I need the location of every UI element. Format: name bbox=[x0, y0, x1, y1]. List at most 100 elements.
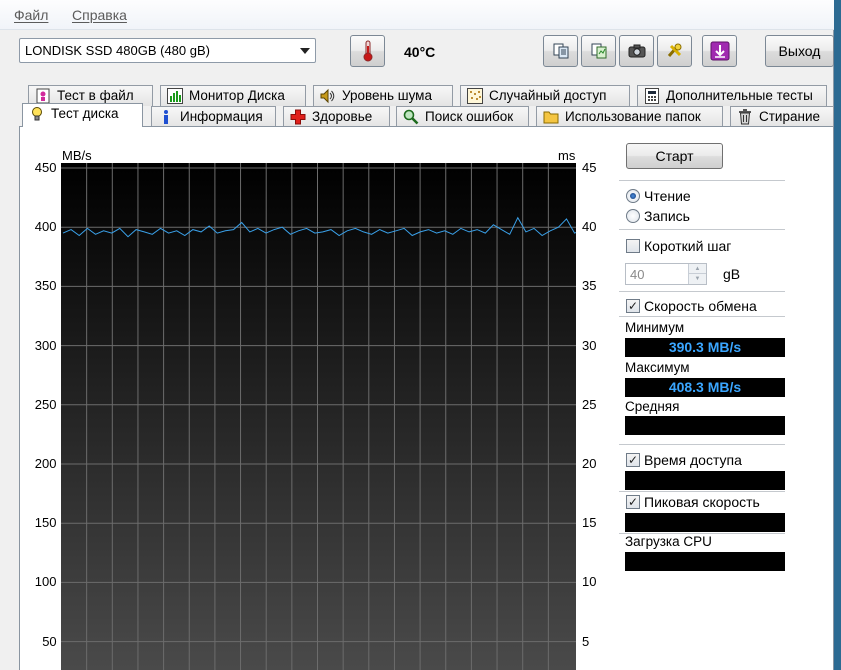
left-axis-unit: MB/s bbox=[62, 148, 92, 163]
tab-info[interactable]: Информация bbox=[151, 106, 276, 127]
file-icon bbox=[35, 88, 51, 104]
exit-button[interactable]: Выход bbox=[765, 35, 834, 67]
bar-chart-icon bbox=[167, 88, 183, 104]
access-time-value bbox=[625, 471, 785, 490]
tab-folder-usage[interactable]: Использование папок bbox=[536, 106, 723, 127]
dotted-grid-icon bbox=[467, 88, 483, 104]
copy-text-button[interactable] bbox=[581, 35, 616, 67]
left-axis-tick: 100 bbox=[34, 574, 57, 590]
divider bbox=[619, 180, 785, 181]
spin-up-icon[interactable]: ▲ bbox=[688, 264, 706, 274]
right-axis-tick: 15 bbox=[582, 515, 597, 531]
max-label: Максимум bbox=[625, 360, 690, 375]
burst-rate-value bbox=[625, 513, 785, 532]
avg-label: Средняя bbox=[625, 399, 680, 414]
tab-label: Тест диска bbox=[51, 106, 119, 121]
right-axis-tick: 20 bbox=[582, 456, 597, 471]
short-step-checkbox[interactable] bbox=[626, 239, 640, 253]
left-axis-tick: 300 bbox=[34, 337, 57, 353]
drive-select-value: LONDISK SSD 480GB (480 gB) bbox=[25, 43, 210, 58]
tab-label: Здоровье bbox=[312, 109, 373, 124]
divider bbox=[619, 229, 785, 230]
menu-help[interactable]: Справка bbox=[72, 7, 127, 23]
screenshot-button[interactable] bbox=[619, 35, 654, 67]
menu-bar: Файл Справка bbox=[0, 0, 834, 30]
left-axis-tick: 200 bbox=[34, 456, 57, 471]
copy-icon bbox=[553, 43, 568, 59]
folder-icon bbox=[543, 109, 559, 125]
tab-health[interactable]: Здоровье bbox=[283, 106, 390, 127]
tab-label: Информация bbox=[180, 109, 263, 124]
divider bbox=[619, 444, 785, 445]
tab-strip: Тест в файл Монитор Диска Уровень шума С… bbox=[0, 85, 834, 127]
app-window: Файл Справка LONDISK SSD 480GB (480 gB) … bbox=[0, 0, 834, 670]
temperature-button[interactable] bbox=[350, 35, 385, 67]
right-axis-tick: 35 bbox=[582, 278, 597, 294]
left-axis-tick: 400 bbox=[34, 219, 57, 235]
spin-down-icon[interactable]: ▼ bbox=[688, 274, 706, 284]
tab-disk-benchmark[interactable]: Тест диска bbox=[22, 103, 143, 127]
tab-label: Использование папок bbox=[565, 109, 701, 124]
tab-random-access[interactable]: Случайный доступ bbox=[460, 85, 630, 106]
read-radio[interactable] bbox=[626, 189, 640, 203]
toolbar: LONDISK SSD 480GB (480 gB) 40°C Выход bbox=[0, 30, 834, 80]
start-button[interactable]: Старт bbox=[626, 143, 723, 169]
info-icon bbox=[158, 109, 174, 125]
cpu-usage-label: Загрузка CPU bbox=[625, 534, 712, 549]
burst-rate-checkbox[interactable]: ✓ bbox=[626, 495, 640, 509]
tab-extra-tests[interactable]: Дополнительные тесты bbox=[637, 85, 827, 106]
magnifier-icon bbox=[403, 109, 419, 125]
right-axis-tick: 45 bbox=[582, 160, 597, 175]
left-axis-tick: 50 bbox=[42, 633, 57, 649]
left-axis-tick: 150 bbox=[34, 515, 57, 531]
divider bbox=[619, 316, 785, 317]
copy-text-icon bbox=[591, 43, 606, 59]
access-time-checkbox[interactable]: ✓ bbox=[626, 453, 640, 467]
right-axis-unit: ms bbox=[558, 148, 576, 163]
tab-label: Тест в файл bbox=[57, 88, 134, 103]
menu-file[interactable]: Файл bbox=[14, 7, 48, 23]
right-axis-tick: 30 bbox=[582, 337, 597, 353]
temperature-value: 40°C bbox=[404, 44, 436, 60]
calculator-icon bbox=[644, 88, 660, 104]
step-size-unit: gB bbox=[723, 266, 741, 282]
divider bbox=[619, 291, 785, 292]
tab-noise-level[interactable]: Уровень шума bbox=[313, 85, 453, 106]
tab-erase[interactable]: Стирание bbox=[730, 106, 834, 127]
write-radio[interactable] bbox=[626, 209, 640, 223]
thermometer-icon bbox=[363, 40, 372, 62]
transfer-rate-label: Скорость обмена bbox=[644, 298, 757, 314]
drive-select[interactable]: LONDISK SSD 480GB (480 gB) bbox=[19, 38, 316, 63]
divider bbox=[619, 491, 785, 492]
short-step-label: Короткий шаг bbox=[644, 238, 732, 254]
left-axis-tick: 350 bbox=[34, 278, 57, 294]
transfer-rate-chart bbox=[61, 163, 576, 670]
cpu-usage-value bbox=[625, 552, 785, 571]
options-button[interactable] bbox=[657, 35, 692, 67]
step-size-spinner[interactable]: 40 ▲ ▼ bbox=[625, 263, 707, 285]
avg-value bbox=[625, 416, 785, 435]
copy-button[interactable] bbox=[543, 35, 578, 67]
tab-label: Дополнительные тесты bbox=[666, 88, 813, 103]
speaker-icon bbox=[320, 88, 336, 104]
save-button[interactable] bbox=[702, 35, 737, 67]
write-label: Запись bbox=[644, 208, 690, 224]
tab-label: Монитор Диска bbox=[189, 88, 285, 103]
tab-disk-monitor[interactable]: Монитор Диска bbox=[160, 85, 306, 106]
min-label: Минимум bbox=[625, 320, 685, 335]
lightbulb-icon bbox=[29, 106, 45, 122]
transfer-rate-checkbox[interactable]: ✓ bbox=[626, 299, 640, 313]
right-axis-tick: 40 bbox=[582, 219, 597, 235]
tools-icon bbox=[667, 43, 681, 57]
right-axis-tick: 10 bbox=[582, 574, 597, 590]
red-cross-icon bbox=[290, 109, 306, 125]
chevron-down-icon[interactable] bbox=[300, 48, 310, 54]
trash-icon bbox=[737, 109, 753, 125]
tab-error-scan[interactable]: Поиск ошибок bbox=[396, 106, 529, 127]
download-arrow-icon bbox=[710, 41, 729, 61]
access-time-label: Время доступа bbox=[644, 452, 742, 468]
read-label: Чтение bbox=[644, 188, 691, 204]
min-value: 390.3 MB/s bbox=[625, 338, 785, 357]
max-value: 408.3 MB/s bbox=[625, 378, 785, 397]
right-axis-tick: 25 bbox=[582, 396, 597, 412]
